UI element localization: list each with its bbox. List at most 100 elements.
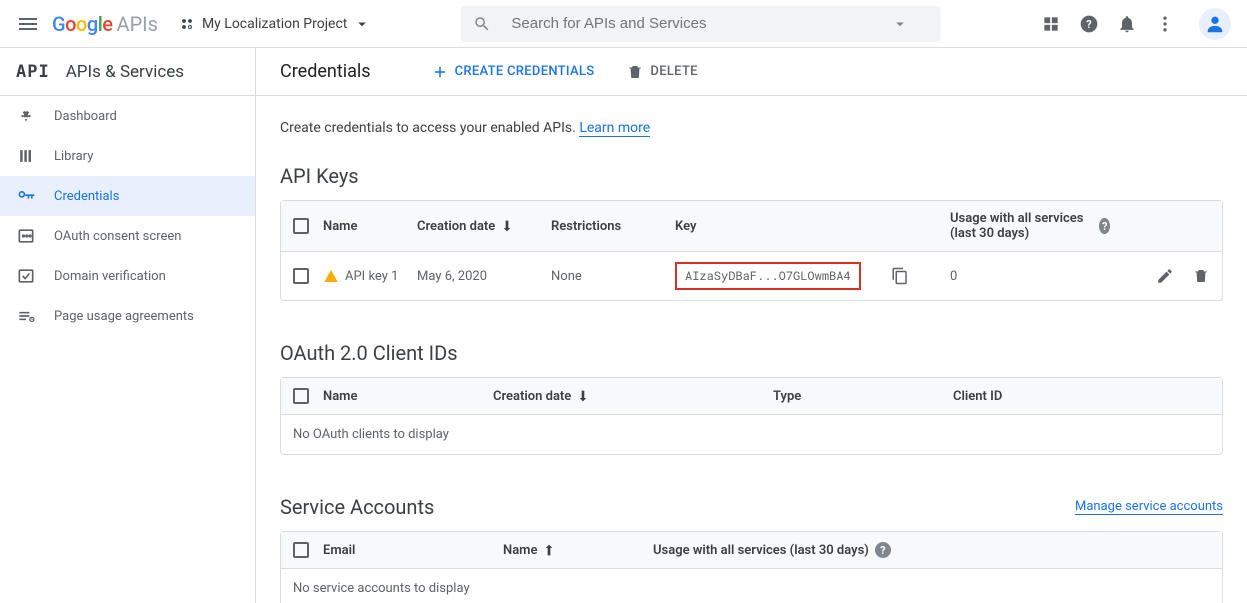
svc-thead: Email Name Usage with all services (last…: [281, 532, 1222, 569]
row-restrictions: None: [551, 269, 675, 284]
oauth-empty: No OAuth clients to display: [281, 415, 1222, 454]
search-dropdown-icon: [891, 15, 909, 33]
sidebar-item-domain-verification[interactable]: Domain verification: [0, 256, 255, 296]
api-keys-section: API Keys Name Creation date Restrictions…: [280, 164, 1223, 301]
help-icon[interactable]: ?: [1079, 14, 1099, 34]
api-key-row: API key 1 May 6, 2020 None AIzaSyDBaF...…: [281, 252, 1222, 300]
menu-icon[interactable]: [16, 12, 40, 36]
col-key[interactable]: Key: [675, 219, 950, 234]
oauth-col-name[interactable]: Name: [323, 389, 493, 404]
top-actions: ?: [1041, 8, 1231, 40]
user-avatar[interactable]: [1199, 8, 1231, 40]
sort-desc-icon: [575, 388, 591, 404]
page-title: Credentials: [280, 61, 371, 82]
sidebar-title: APIs & Services: [66, 62, 184, 82]
sidebar-label: Library: [54, 149, 93, 164]
row-usage: 0: [950, 269, 1110, 284]
copy-icon[interactable]: [891, 267, 909, 285]
oauth-select-all[interactable]: [293, 388, 323, 404]
intro-copy: Create credentials to access your enable…: [280, 120, 579, 136]
intro-text: Create credentials to access your enable…: [280, 120, 1223, 136]
col-date[interactable]: Creation date: [417, 218, 551, 234]
col-name[interactable]: Name: [323, 219, 417, 234]
key-icon: [16, 186, 36, 206]
oauth-thead: Name Creation date Type Client ID: [281, 378, 1222, 415]
delete-label: DELETE: [650, 64, 697, 79]
sidebar-label: Credentials: [54, 189, 119, 204]
sidebar-label: Dashboard: [54, 109, 117, 124]
dropdown-icon: [353, 15, 371, 33]
content: Create credentials to access your enable…: [256, 96, 1247, 603]
manage-service-accounts-link[interactable]: Manage service accounts: [1075, 499, 1223, 515]
sidebar-item-oauth-consent[interactable]: OAuth consent screen: [0, 216, 255, 256]
row-date: May 6, 2020: [417, 269, 551, 284]
row-name: API key 1: [323, 268, 417, 284]
api-mark: API: [16, 62, 50, 82]
notifications-icon[interactable]: [1117, 14, 1137, 34]
agreements-icon: [16, 306, 36, 326]
svc-col-usage-label: Usage with all services (last 30 days): [653, 543, 869, 558]
create-credentials-button[interactable]: CREATE CREDENTIALS: [431, 63, 595, 81]
sidebar-header: API APIs & Services: [0, 48, 255, 96]
svc-col-name[interactable]: Name: [503, 542, 653, 558]
plus-icon: [431, 63, 449, 81]
svc-col-email[interactable]: Email: [323, 543, 503, 558]
col-date-label: Creation date: [417, 219, 495, 234]
col-restrictions[interactable]: Restrictions: [551, 219, 675, 234]
oauth-col-date[interactable]: Creation date: [493, 388, 773, 404]
svc-col-usage[interactable]: Usage with all services (last 30 days) ?: [653, 542, 1210, 558]
project-dots-icon: [178, 15, 196, 33]
row-key: AIzaSyDBaF...O7GLOwmBA4: [675, 262, 950, 290]
google-apis-logo[interactable]: Google APIs: [52, 12, 158, 36]
sidebar-label: Page usage agreements: [54, 309, 194, 324]
svg-text:?: ?: [1086, 18, 1091, 31]
sidebar: API APIs & Services Dashboard Library Cr…: [0, 48, 256, 603]
search-box[interactable]: [461, 6, 941, 42]
svc-empty: No service accounts to display: [281, 569, 1222, 603]
learn-more-link[interactable]: Learn more: [579, 120, 650, 137]
help-usage-icon[interactable]: ?: [1099, 218, 1110, 234]
create-label: CREATE CREDENTIALS: [455, 64, 595, 79]
api-keys-thead: Name Creation date Restrictions Key Usag…: [281, 201, 1222, 252]
main: Credentials CREATE CREDENTIALS DELETE Cr…: [256, 48, 1247, 603]
dashboard-icon: [16, 106, 36, 126]
delete-button[interactable]: DELETE: [626, 63, 697, 81]
sidebar-item-page-usage[interactable]: Page usage agreements: [0, 296, 255, 336]
sidebar-item-credentials[interactable]: Credentials: [0, 176, 255, 216]
delete-row-icon[interactable]: [1192, 267, 1210, 285]
api-keys-table: Name Creation date Restrictions Key Usag…: [280, 200, 1223, 301]
gift-icon[interactable]: [1041, 14, 1061, 34]
edit-icon[interactable]: [1156, 267, 1174, 285]
col-usage[interactable]: Usage with all services (last 30 days) ?: [950, 211, 1110, 241]
svc-table: Email Name Usage with all services (last…: [280, 531, 1223, 603]
search-icon: [473, 15, 491, 33]
api-keys-title: API Keys: [280, 164, 1223, 188]
key-value: AIzaSyDBaF...O7GLOwmBA4: [675, 262, 861, 290]
warning-icon: [323, 268, 339, 284]
help-usage-icon[interactable]: ?: [875, 542, 891, 558]
svc-col-name-label: Name: [503, 543, 537, 558]
topbar: Google APIs My Localization Project ?: [0, 0, 1247, 48]
project-picker[interactable]: My Localization Project: [178, 15, 371, 33]
oauth-title: OAuth 2.0 Client IDs: [280, 341, 1223, 365]
row-name-text: API key 1: [345, 269, 398, 284]
sidebar-item-dashboard[interactable]: Dashboard: [0, 96, 255, 136]
oauth-col-date-label: Creation date: [493, 389, 571, 404]
oauth-col-type[interactable]: Type: [773, 389, 953, 404]
select-all-checkbox[interactable]: [293, 218, 323, 234]
svc-title: Service Accounts: [280, 495, 434, 519]
oauth-section: OAuth 2.0 Client IDs Name Creation date …: [280, 341, 1223, 455]
sidebar-label: OAuth consent screen: [54, 229, 181, 244]
sidebar-label: Domain verification: [54, 269, 166, 284]
trash-icon: [626, 63, 644, 81]
sidebar-item-library[interactable]: Library: [0, 136, 255, 176]
project-name: My Localization Project: [202, 16, 347, 32]
service-accounts-section: Service Accounts Manage service accounts…: [280, 495, 1223, 603]
col-usage-label: Usage with all services (last 30 days): [950, 211, 1093, 241]
oauth-col-clientid[interactable]: Client ID: [953, 389, 1210, 404]
row-checkbox[interactable]: [293, 268, 323, 284]
more-icon[interactable]: [1155, 14, 1175, 34]
search-input[interactable]: [511, 15, 891, 32]
sort-asc-icon: [541, 542, 557, 558]
svc-select-all[interactable]: [293, 542, 323, 558]
